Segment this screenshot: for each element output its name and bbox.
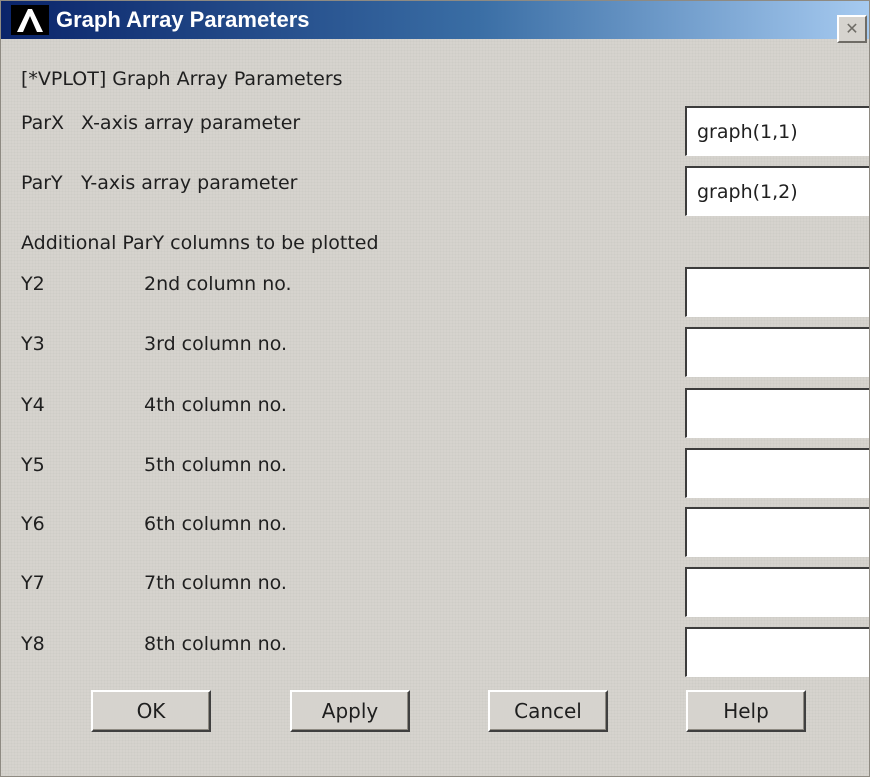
y5-label: 5th column no. (144, 454, 287, 476)
close-icon: ✕ (845, 19, 859, 38)
apply-button[interactable]: Apply (290, 690, 410, 732)
window-title: Graph Array Parameters (56, 7, 310, 32)
close-button[interactable]: ✕ (837, 15, 867, 43)
y3-label: 3rd column no. (144, 333, 288, 355)
y6-tag: Y6 (21, 513, 45, 535)
parx-input[interactable] (685, 106, 869, 156)
y8-input[interactable] (685, 627, 869, 677)
y6-label: 6th column no. (144, 513, 287, 535)
parx-label: X-axis array parameter (81, 112, 301, 134)
y8-tag: Y8 (21, 633, 45, 655)
title-bar[interactable]: Graph Array Parameters ✕ (1, 1, 869, 43)
y7-tag: Y7 (21, 572, 45, 594)
parx-tag: ParX (21, 112, 65, 134)
ansys-logo-icon (11, 5, 49, 35)
y4-input[interactable] (685, 388, 869, 438)
y3-tag: Y3 (21, 333, 45, 355)
pary-label: Y-axis array parameter (81, 172, 298, 194)
y3-input[interactable] (685, 327, 869, 377)
help-button[interactable]: Help (686, 690, 806, 732)
ansys-logo-glyph (17, 9, 43, 32)
y2-label: 2nd column no. (144, 273, 292, 295)
y7-label: 7th column no. (144, 572, 287, 594)
y8-label: 8th column no. (144, 633, 287, 655)
y2-tag: Y2 (21, 273, 45, 295)
y6-input[interactable] (685, 507, 869, 557)
ok-button[interactable]: OK (91, 690, 211, 732)
pary-tag: ParY (21, 172, 63, 194)
y5-input[interactable] (685, 448, 869, 498)
graph-array-parameters-dialog: Graph Array Parameters ✕ [*VPLOT] Graph … (0, 0, 870, 777)
y4-tag: Y4 (21, 394, 45, 416)
y7-input[interactable] (685, 567, 869, 617)
pary-input[interactable] (685, 166, 869, 216)
additional-columns-heading: Additional ParY columns to be plotted (21, 232, 379, 254)
command-heading: [*VPLOT] Graph Array Parameters (21, 68, 343, 90)
y2-input[interactable] (685, 267, 869, 317)
cancel-button[interactable]: Cancel (488, 690, 608, 732)
y4-label: 4th column no. (144, 394, 287, 416)
y5-tag: Y5 (21, 454, 45, 476)
